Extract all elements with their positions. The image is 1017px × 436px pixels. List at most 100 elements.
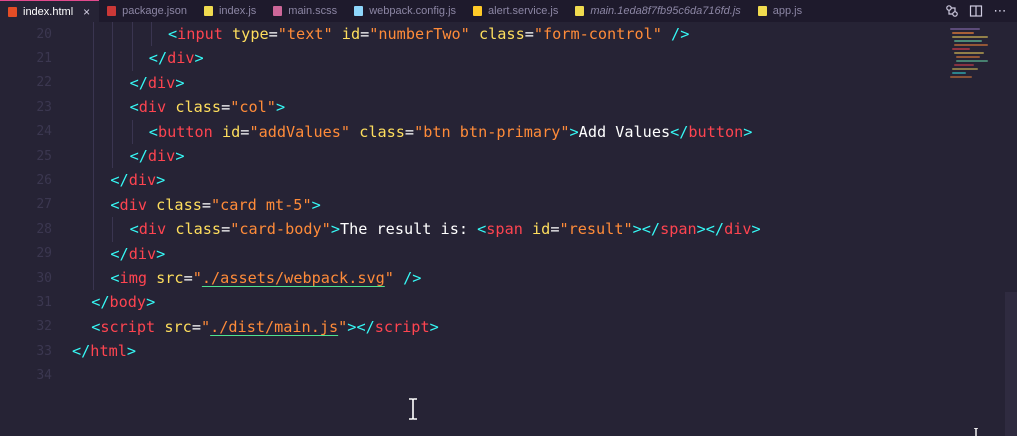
code-token: "numberTwo": [369, 25, 470, 43]
code-token: script: [374, 317, 430, 336]
line-number: 29: [36, 246, 52, 262]
tab-webpack-config[interactable]: webpack.config.js: [346, 0, 465, 22]
tab-main-bundle-js[interactable]: main.1eda8f7fb95c6da716fd.js: [567, 0, 749, 22]
code-token: >: [311, 195, 321, 214]
code-text: </div>: [149, 49, 204, 67]
code-text: </div>: [130, 74, 185, 92]
line-number: 27: [36, 197, 52, 213]
code-token: <: [129, 220, 139, 239]
code-text: </div>: [130, 147, 185, 165]
code-line[interactable]: 29 </div>: [0, 242, 940, 266]
tab-main-scss[interactable]: main.scss: [265, 0, 346, 22]
tab-package-json[interactable]: package.json: [99, 0, 196, 22]
js-file-icon: [757, 6, 767, 16]
code-line[interactable]: 20 <input type="text" id="numberTwo" clas…: [0, 22, 940, 46]
minimap-line: [952, 32, 974, 34]
code-token: ></: [632, 220, 661, 239]
code-token: >: [146, 293, 156, 312]
line-number: 20: [36, 26, 52, 42]
tab-label: index.html: [23, 5, 74, 18]
code-line[interactable]: 28 <div class="card-body">The result is: …: [0, 217, 940, 241]
code-token: div: [128, 171, 157, 190]
code-token: >: [175, 73, 185, 92]
code-text: <button id="addValues" class="btn btn-pr…: [149, 123, 753, 141]
minimap-line: [956, 56, 980, 58]
code-line[interactable]: 32 <script src="./dist/main.js"></script>: [0, 315, 940, 339]
code-editor[interactable]: 20 <input type="text" id="numberTwo" clas…: [0, 22, 1017, 436]
js-file-icon: [203, 6, 213, 16]
code-token: </: [72, 342, 91, 361]
minimap-line: [954, 52, 984, 54]
code-token: div: [147, 73, 176, 92]
code-text: </html>: [72, 342, 136, 360]
code-token: "card-body": [230, 220, 331, 239]
code-token: />: [671, 25, 690, 43]
tab-alert-service[interactable]: alert.service.js: [465, 0, 567, 22]
code-line[interactable]: 24 <button id="addValues" class="btn btn-…: [0, 120, 940, 144]
code-line[interactable]: 27 <div class="card mt-5">: [0, 193, 940, 217]
code-token: button: [157, 122, 213, 141]
code-token: =: [524, 25, 534, 43]
code-token: ": [200, 317, 211, 336]
code-token: ./dist/main.js: [210, 317, 339, 336]
code-line[interactable]: 34: [0, 364, 940, 388]
code-token: =: [183, 269, 193, 287]
code-line[interactable]: 23 <div class="col">: [0, 95, 940, 119]
code-line[interactable]: 21 </div>: [0, 46, 940, 70]
scrollbar-thumb[interactable]: [1005, 292, 1017, 436]
tab-app-js[interactable]: app.js: [750, 0, 811, 22]
code-token: src: [164, 317, 192, 336]
code-token: <: [129, 98, 139, 117]
js-file-icon: [575, 6, 585, 16]
vertical-scrollbar[interactable]: [1003, 22, 1017, 436]
indent-guide: [150, 22, 152, 47]
code-token: >: [156, 244, 166, 263]
code-token: <: [110, 195, 120, 214]
minimap-line: [954, 44, 988, 46]
tab-index-html[interactable]: index.html ×: [0, 0, 100, 22]
indent-guide: [93, 22, 95, 291]
code-line[interactable]: 31 </body>: [0, 290, 940, 314]
line-number: 28: [36, 221, 52, 237]
text-cursor-icon: [409, 398, 417, 420]
code-token: class: [156, 195, 202, 214]
code-token: ></: [696, 220, 725, 239]
tab-label: alert.service.js: [488, 5, 559, 17]
code-line[interactable]: 22 </div>: [0, 71, 940, 95]
code-line[interactable]: 33 </html>: [0, 339, 940, 363]
line-number: 21: [36, 50, 52, 66]
close-icon[interactable]: ×: [83, 6, 90, 18]
tab-label: package.json: [122, 5, 187, 17]
split-editor-icon[interactable]: [969, 4, 983, 18]
code-line[interactable]: 30 <img src="./assets/webpack.svg" />: [0, 266, 940, 290]
code-token: >: [175, 147, 185, 165]
code-token: =: [268, 25, 278, 43]
code-token: ": [192, 269, 202, 287]
code-text: <div class="card-body">The result is: <s…: [130, 220, 761, 238]
minimap[interactable]: [944, 26, 994, 86]
code-line[interactable]: 26 </div>: [0, 168, 940, 192]
more-actions-icon[interactable]: ⋯: [993, 4, 1007, 19]
minimap-line: [954, 40, 982, 42]
code-token: ./assets/webpack.svg: [201, 269, 385, 287]
npm-file-icon: [107, 6, 117, 16]
code-token: =: [221, 98, 231, 117]
code-token: </: [129, 147, 148, 165]
code-token: <: [110, 269, 120, 287]
editor-tab-bar: index.html × package.json index.js main.…: [0, 0, 1017, 22]
code-token: span: [660, 220, 697, 239]
open-changes-icon[interactable]: [945, 4, 959, 18]
code-token: </: [91, 293, 110, 312]
indent-guide: [131, 119, 133, 144]
code-token: </: [110, 171, 129, 190]
code-token: div: [167, 49, 195, 68]
minimap-line: [952, 36, 988, 38]
tab-index-js[interactable]: index.js: [196, 0, 265, 22]
code-line[interactable]: 25 </div>: [0, 144, 940, 168]
